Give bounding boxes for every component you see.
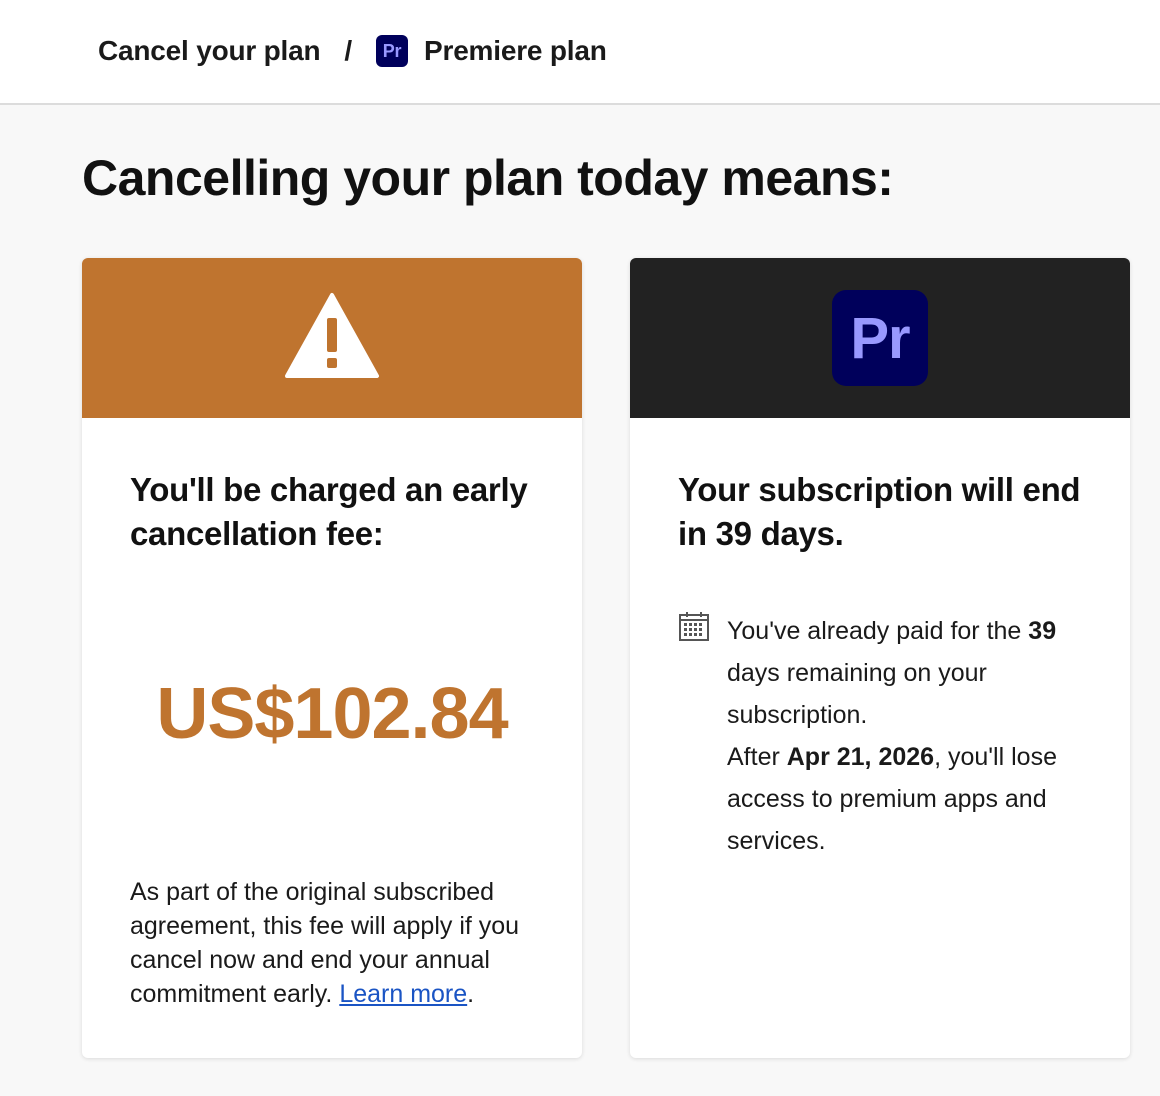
- premiere-app-icon: Pr: [376, 35, 409, 67]
- breadcrumb-premiere-plan: Premiere plan: [424, 35, 607, 66]
- subscription-heading: Your subscription will end in 39 days.: [678, 471, 1081, 552]
- app-banner: Pr: [630, 258, 1130, 418]
- after-prefix: After: [727, 743, 787, 771]
- warning-banner: [82, 258, 582, 418]
- fee-amount: US$102.84: [156, 674, 508, 754]
- warning-icon: [284, 292, 380, 385]
- paid-suffix: days remaining on your subscription.: [727, 659, 987, 729]
- learn-more-link[interactable]: Learn more: [339, 980, 467, 1008]
- calendar-icon: [678, 610, 710, 642]
- fee-heading: You'll be charged an early cancellation …: [130, 471, 528, 552]
- paid-days: 39: [1028, 617, 1057, 645]
- fee-note-period: .: [467, 980, 475, 1008]
- fee-note: As part of the original subscribed agree…: [130, 875, 550, 1011]
- subscription-end-card: Pr Your subscription will end in 39 days…: [630, 258, 1130, 1058]
- breadcrumb: Cancel your plan / Pr Premiere plan: [98, 31, 607, 71]
- page-title: Cancelling your plan today means:: [82, 150, 894, 206]
- breadcrumb-cancel-plan[interactable]: Cancel your plan: [98, 35, 321, 67]
- paid-prefix: You've already paid for the: [727, 617, 1029, 645]
- subscription-info: You've already paid for the 39 days rema…: [727, 610, 1087, 862]
- cancellation-fee-card: You'll be charged an early cancellation …: [82, 258, 582, 1058]
- top-bar: Cancel your plan / Pr Premiere plan: [0, 0, 1160, 105]
- premiere-app-icon-large: Pr: [832, 290, 928, 386]
- breadcrumb-separator: /: [344, 35, 353, 66]
- end-date: Apr 21, 2026: [786, 743, 935, 771]
